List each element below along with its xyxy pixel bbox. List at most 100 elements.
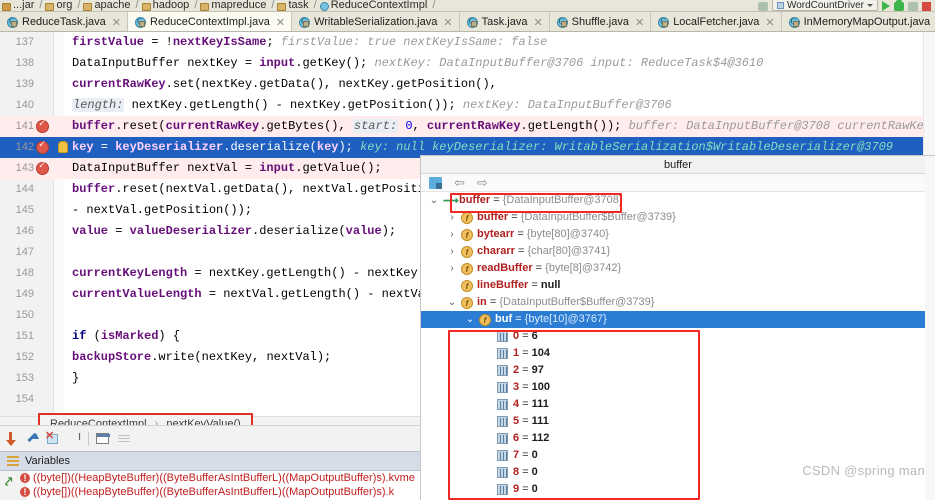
watch-tree-row[interactable]: f lineBuffer = null xyxy=(421,277,935,294)
run-to-cursor-icon[interactable] xyxy=(67,432,81,446)
watch-tree-row[interactable]: ⌄ f in = {DataInputBuffer$Buffer@3739} xyxy=(421,294,935,311)
breadcrumb-item-5[interactable]: task / xyxy=(277,0,319,11)
drop-frame-icon[interactable] xyxy=(46,432,60,446)
watch-tree-row[interactable]: 7 = 0 xyxy=(421,447,935,464)
watch-tree-row[interactable]: 2 = 97 xyxy=(421,362,935,379)
debugger-toolbar[interactable] xyxy=(0,425,420,451)
watch-tree-row[interactable]: 9 = 0 xyxy=(421,481,935,498)
breadcrumb[interactable]: ...jar / org / apache / hadoop / mapreduce / task /… xyxy=(0,0,438,11)
watch-tree-row[interactable]: 3 = 100 xyxy=(421,379,935,396)
ide-window: ...jar / org / apache / hadoop / mapreduce / task /… xyxy=(0,0,935,500)
chevron-down-icon[interactable]: ⌄ xyxy=(465,311,475,328)
watch-scrollbar[interactable] xyxy=(925,156,935,500)
variables-panel-header[interactable]: Variables xyxy=(0,451,420,471)
watch-tree-row[interactable]: 5 = 111 xyxy=(421,413,935,430)
intention-bulb-icon[interactable] xyxy=(58,141,68,153)
coverage-icon[interactable] xyxy=(908,2,918,11)
java-class-icon xyxy=(135,16,146,28)
code-text: buffer.reset(currentRawKey.getBytes(), s… xyxy=(72,116,935,137)
close-icon[interactable]: ✕ xyxy=(765,16,774,29)
editor-tab-1[interactable]: ReduceContextImpl.java ✕ xyxy=(128,12,293,31)
code-line[interactable]: 139 currentRawKey.set(nextKey.getData(), … xyxy=(0,74,935,95)
watch-row-equals: = xyxy=(508,211,521,223)
watch-tree-row[interactable]: 1 = 104 xyxy=(421,345,935,362)
editor-tab-2[interactable]: WritableSerialization.java ✕ xyxy=(292,12,460,31)
close-icon[interactable]: ✕ xyxy=(112,16,121,29)
arrow-right-icon[interactable]: ⇨ xyxy=(477,176,488,189)
chevron-down-icon[interactable]: ⌄ xyxy=(447,294,457,311)
run-toolbar: WordCountDriver xyxy=(757,0,935,11)
breakpoint-icon[interactable] xyxy=(36,160,49,175)
evaluate-expression-icon[interactable] xyxy=(96,432,110,446)
force-step-into-icon[interactable] xyxy=(25,432,39,446)
breakpoint-icon[interactable] xyxy=(36,139,49,154)
watch-tree-row[interactable]: › f bytearr = {byte[80]@3740} xyxy=(421,226,935,243)
field-icon: f xyxy=(461,246,473,258)
variables-row[interactable]: ! ((byte[])((HeapByteBuffer)((ByteBufferA… xyxy=(0,485,420,499)
code-line[interactable]: 137 firstValue = !nextKeyIsSame; firstVal… xyxy=(0,32,935,53)
chevron-right-icon[interactable]: › xyxy=(447,209,457,226)
editor-tab-bar[interactable]: ReduceTask.java✕ReduceContextImpl.java✕W… xyxy=(0,12,935,32)
chevron-right-icon[interactable]: › xyxy=(447,243,457,260)
debug-icon[interactable] xyxy=(894,0,904,11)
variables-panel-body[interactable]: ⤤ ! ((byte[])((HeapByteBuffer)((ByteBuffe… xyxy=(0,471,420,500)
breadcrumb-item-label: apache xyxy=(94,0,131,11)
error-icon: ! xyxy=(20,473,30,483)
chevron-right-icon[interactable]: › xyxy=(447,260,457,277)
breakpoint-icon[interactable] xyxy=(36,118,49,133)
breadcrumb-item-6[interactable]: ReduceContextImpl / xyxy=(319,0,439,11)
watch-tree-row[interactable]: 4 = 111 xyxy=(421,396,935,413)
watch-tree-row[interactable]: › f readBuffer = {byte[8]@3742} xyxy=(421,260,935,277)
array-elem-icon xyxy=(497,484,508,495)
code-line[interactable]: 138 DataInputBuffer nextKey = input.getKe… xyxy=(0,53,935,74)
code-line[interactable]: 140 length: nextKey.getLength() - nextKe… xyxy=(0,95,935,116)
watch-row-value: 0 xyxy=(531,483,538,495)
editor-tab-0[interactable]: ReduceTask.java ✕ xyxy=(0,12,128,31)
variables-rows[interactable]: ! ((byte[])((HeapByteBuffer)((ByteBufferA… xyxy=(0,471,420,499)
editor-tab-4[interactable]: Shuffle.java ✕ xyxy=(549,12,652,31)
editor-tab-5[interactable]: LocalFetcher.java ✕ xyxy=(651,12,782,31)
step-into-icon[interactable] xyxy=(4,431,18,446)
editor-tab-6[interactable]: InMemoryMapOutput.java✕ xyxy=(781,12,935,31)
run-icon[interactable] xyxy=(882,1,890,11)
breadcrumb-item-3[interactable]: hadoop / xyxy=(141,0,201,11)
chevron-down-icon[interactable]: ⌄ xyxy=(429,192,439,209)
arrow-left-icon[interactable]: ⇦ xyxy=(454,176,465,189)
chevron-right-icon[interactable]: › xyxy=(447,226,457,243)
watch-tree[interactable]: ⌄ ⟿ buffer = {DataInputBuffer@3708} › f buffe… xyxy=(421,192,935,498)
line-number: 137 xyxy=(15,36,34,48)
folder-icon xyxy=(200,3,210,11)
run-configuration-selector[interactable]: WordCountDriver xyxy=(771,0,878,11)
breadcrumb-item-0[interactable]: ...jar / xyxy=(2,0,45,11)
breadcrumb-item-4[interactable]: mapreduce / xyxy=(200,0,277,11)
code-text: DataInputBuffer nextVal = input.getValue… xyxy=(72,158,382,179)
editor-tab-3[interactable]: Task.java ✕ xyxy=(459,12,550,31)
close-icon[interactable]: ✕ xyxy=(276,16,285,29)
breadcrumb-item-1[interactable]: org / xyxy=(45,0,83,11)
code-token: value xyxy=(345,224,382,238)
watch-tree-row[interactable]: 6 = 112 xyxy=(421,430,935,447)
line-number: 152 xyxy=(15,351,34,363)
watch-tree-row[interactable]: › f buffer = {DataInputBuffer$Buffer@3739} xyxy=(421,209,935,226)
inspect-popup[interactable]: buffer ⇦ ⇨ ⌄ ⟿ buffer = {DataInputBuffer@3… xyxy=(420,155,935,500)
watch-tree-row[interactable]: › f chararr = {char[80]@3741} xyxy=(421,243,935,260)
close-icon[interactable]: ✕ xyxy=(443,16,452,29)
java-class-icon xyxy=(658,16,670,28)
code-text: if (isMarked) { xyxy=(72,326,180,347)
inspect-toolbar[interactable]: ⇦ ⇨ xyxy=(421,174,935,192)
code-token: currentRawKey xyxy=(165,119,260,133)
close-icon[interactable]: ✕ xyxy=(533,16,542,29)
breadcrumb-item-2[interactable]: apache / xyxy=(83,0,141,11)
code-token: key xyxy=(72,140,94,154)
watch-tree-row[interactable]: ⌄ ⟿ buffer = {DataInputBuffer@3708} xyxy=(421,192,935,209)
watch-tree-row[interactable]: ⌄ f buf = {byte[10]@3767} xyxy=(421,311,935,328)
watch-tree-row[interactable]: 0 = 6 xyxy=(421,328,935,345)
variables-row[interactable]: ! ((byte[])((HeapByteBuffer)((ByteBufferA… xyxy=(0,471,420,485)
close-icon[interactable]: ✕ xyxy=(635,16,644,29)
code-line[interactable]: 141buffer.reset(currentRawKey.getBytes()… xyxy=(0,116,935,137)
stop-icon[interactable] xyxy=(922,2,931,11)
mute-breakpoints-icon[interactable] xyxy=(117,432,131,446)
array-elem-icon xyxy=(497,331,508,342)
build-icon[interactable] xyxy=(757,2,768,11)
new-watch-icon[interactable] xyxy=(429,176,442,189)
